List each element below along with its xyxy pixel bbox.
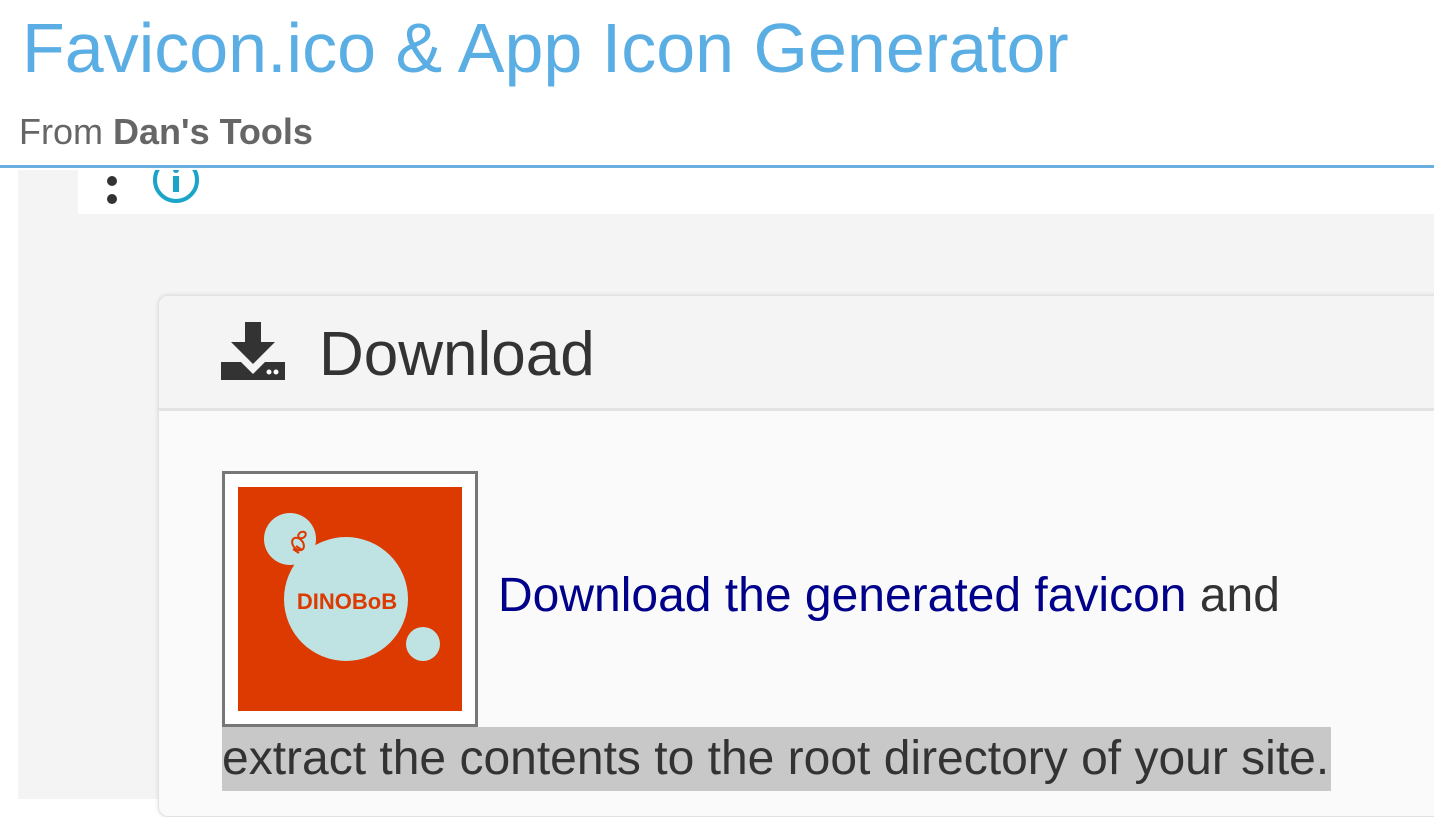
brand-link[interactable]: Dan's Tools (113, 111, 313, 152)
kebab-menu-icon[interactable] (104, 172, 120, 208)
site-subtitle: From Dan's Tools (19, 110, 313, 154)
download-instruction: Download the generated favicon and (498, 568, 1280, 624)
subtitle-prefix: From (19, 111, 103, 152)
favicon-logo-text: DINOBoB (297, 589, 397, 614)
favicon-preview[interactable]: DINOBoB (222, 471, 478, 727)
site-title[interactable]: Favicon.ico & App Icon Generator (22, 6, 1069, 90)
info-icon[interactable] (150, 170, 202, 204)
site-header: Favicon.ico & App Icon Generator From Da… (0, 0, 1434, 168)
extract-instruction: extract the contents to the root directo… (222, 727, 1332, 791)
download-favicon-link[interactable]: Download the generated favicon (498, 569, 1186, 622)
download-card-header: Download (159, 296, 1434, 411)
download-icon (221, 322, 285, 382)
toolbar (78, 170, 1434, 214)
download-card-title: Download (319, 320, 595, 389)
download-instruction-suffix: and (1186, 569, 1280, 622)
favicon-logo: DINOBoB (238, 487, 462, 711)
